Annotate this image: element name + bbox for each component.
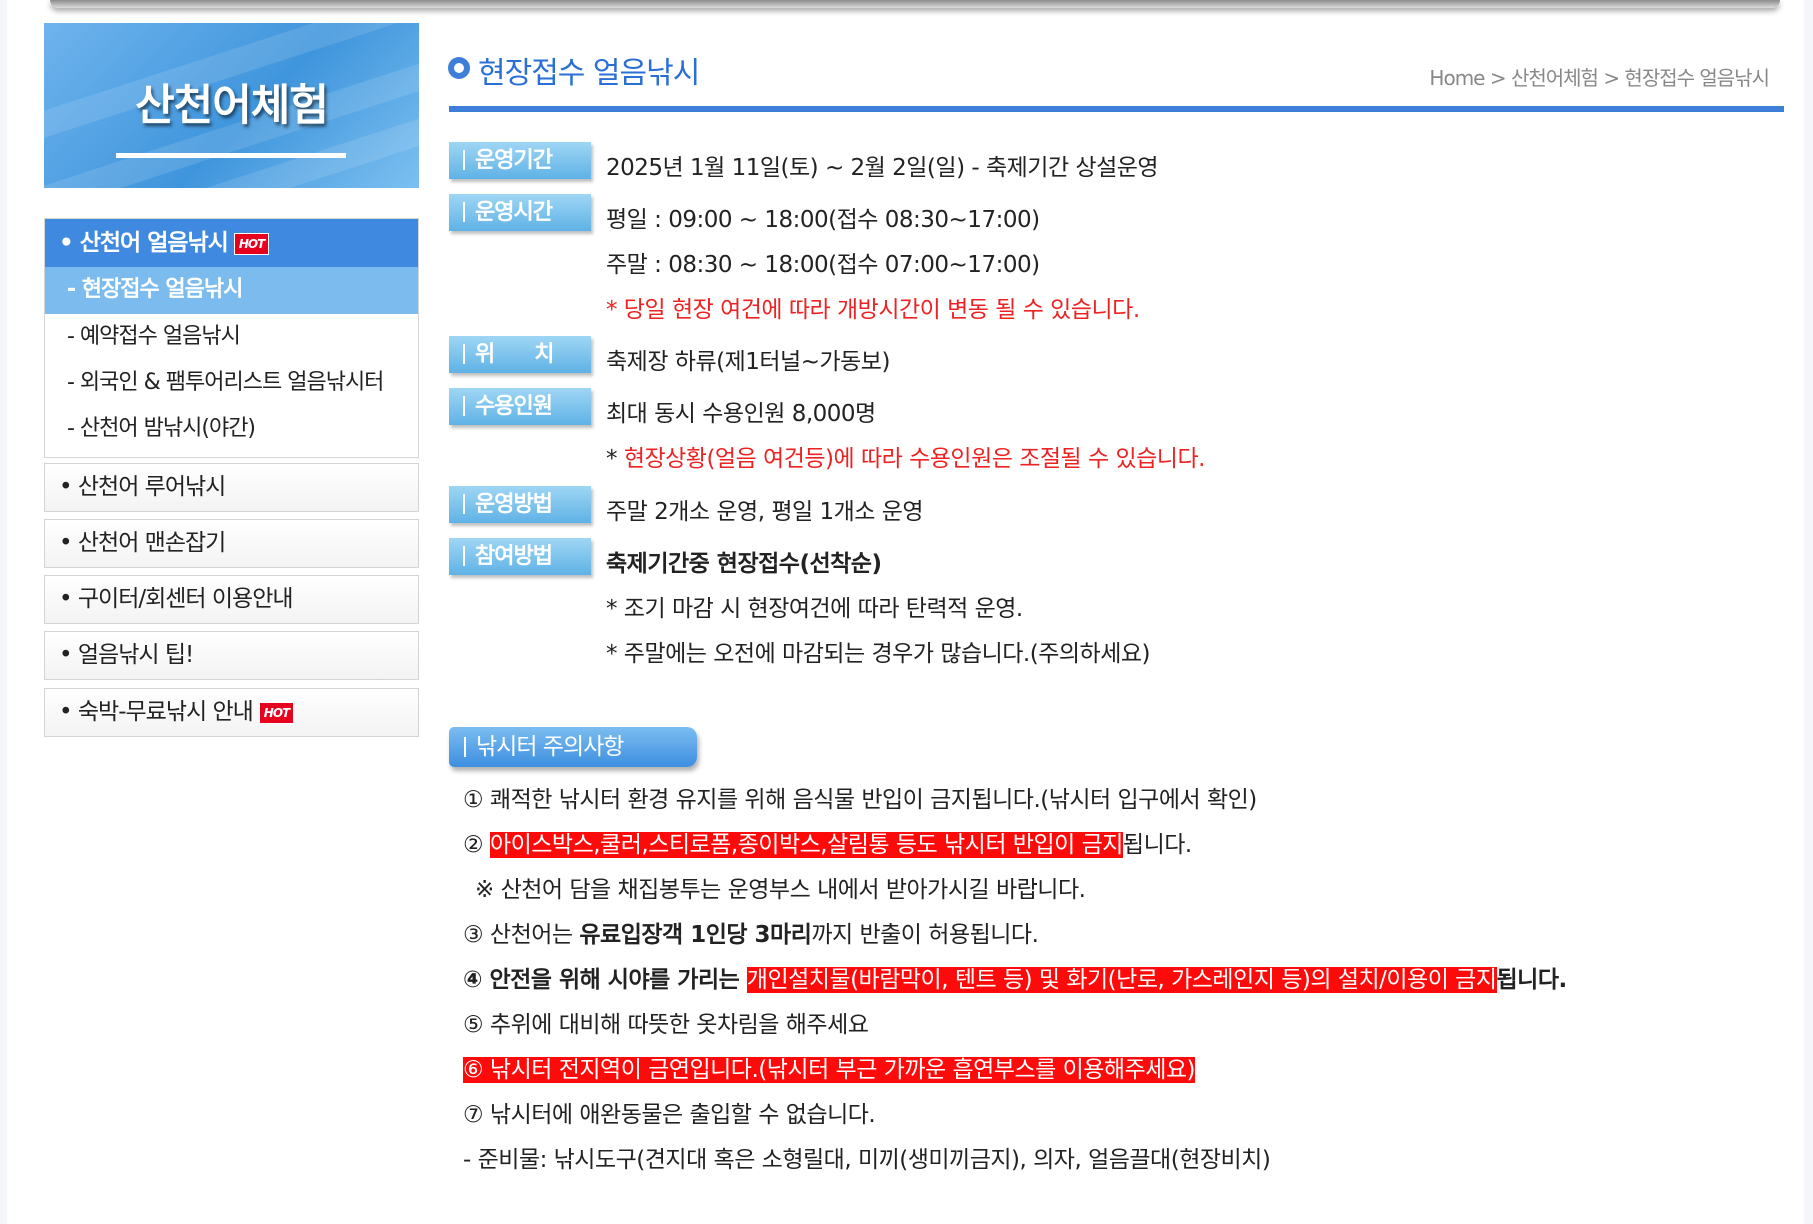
notice-item-5: ⑤ 추위에 대비해 따뜻한 옷차림을 해주세요 (463, 1012, 869, 1038)
page-title: 현장접수 얼음낚시 (478, 56, 700, 91)
notice-item-1: ① 쾌적한 낚시터 환경 유지를 위해 음식물 반입이 금지됩니다.(낚시터 입… (463, 787, 1257, 813)
label-capacity: 수용인원 (449, 388, 591, 425)
sidebar-item-tips[interactable]: • 얼음낚시 팁! (44, 631, 419, 680)
location-value: 축제장 하류(제1터널~가동보) (606, 349, 890, 375)
sidebar-item-lure-fishing[interactable]: • 산천어 루어낚시 (44, 463, 419, 512)
sidebar-menu-ice-fishing: • 산천어 얼음낚시 HOT - 현장접수 얼음낚시 - 예약접수 얼음낚시 - … (44, 218, 419, 458)
capacity-note: * 현장상황(얼음 여건등)에 따라 수용인원은 조절될 수 있습니다. (606, 446, 1205, 472)
notice-item-2: ② 아이스박스,쿨러,스티로폼,종이박스,살림통 등도 낚시터 반입이 금지됩니… (463, 832, 1192, 858)
sidebar-item-label: • 숙박-무료낚시 안내 (59, 699, 254, 725)
sidebar-item-grill-center[interactable]: • 구이터/회센터 이용안내 (44, 575, 419, 624)
method-value: 주말 2개소 운영, 평일 1개소 운영 (606, 499, 924, 525)
sidebar-item-bare-hand[interactable]: • 산천어 맨손잡기 (44, 519, 419, 568)
notice-item-3: ③ 산천어는 유료입장객 1인당 3마리까지 반출이 허용됩니다. (463, 922, 1039, 948)
label-join: 참여방법 (449, 538, 591, 575)
hours-note: * 당일 현장 여건에 따라 개방시간이 변동 될 수 있습니다. (606, 297, 1140, 323)
hot-badge: HOT (233, 232, 270, 255)
banner-underline (116, 153, 346, 158)
notice-item-4: ④ 안전을 위해 시야를 가리는 개인설치물(바람막이, 텐트 등) 및 화기(… (463, 967, 1567, 993)
sidebar-subitem-foreigner[interactable]: - 외국인 & 팸투어리스트 얼음낚시터 (45, 360, 418, 406)
sidebar-subitem-onsite[interactable]: - 현장접수 얼음낚시 (45, 267, 418, 314)
hours-weekend: 주말 : 08:30 ~ 18:00(접수 07:00~17:00) (606, 252, 1040, 278)
join-note-2: * 주말에는 오전에 마감되는 경우가 많습니다.(주의하세요) (606, 641, 1151, 667)
period-value: 2025년 1월 11일(토) ~ 2월 2일(일) - 축제기간 상설운영 (606, 155, 1159, 181)
hot-badge: HOT (258, 701, 295, 724)
title-divider (449, 106, 1784, 112)
notice-item-8: - 준비물: 낚시도구(견지대 혹은 소형릴대, 미끼(생미끼금지), 의자, … (463, 1147, 1271, 1173)
sidebar-subitem-night[interactable]: - 산천어 밤낚시(야간) (45, 406, 418, 452)
label-hours: 운영시간 (449, 194, 591, 231)
label-location: 위 치 (449, 336, 591, 373)
capacity-value: 최대 동시 수용인원 8,000명 (606, 401, 876, 427)
sidebar-banner: 산천어체험 (44, 23, 419, 188)
sidebar-banner-title: 산천어체험 (135, 81, 329, 131)
top-shadow-bar (50, 0, 1780, 8)
hours-weekday: 평일 : 09:00 ~ 18:00(접수 08:30~17:00) (606, 207, 1040, 233)
sidebar-subitem-reservation[interactable]: - 예약접수 얼음낚시 (45, 314, 418, 360)
join-note-1: * 조기 마감 시 현장여건에 따라 탄력적 운영. (606, 596, 1023, 622)
sidebar-item-lodging[interactable]: • 숙박-무료낚시 안내 HOT (44, 688, 419, 737)
label-method: 운영방법 (449, 486, 591, 523)
notice-title-tab: 낚시터 주의사항 (449, 727, 697, 767)
breadcrumb: Home > 산천어체험 > 현장접수 얼음낚시 (1429, 66, 1770, 90)
notice-item-6: ⑥ 낚시터 전지역이 금연입니다.(낚시터 부근 가까운 흡연부스를 이용해주세… (463, 1057, 1196, 1083)
sidebar-item-label: • 산천어 얼음낚시 (59, 230, 229, 256)
sidebar-item-ice-fishing[interactable]: • 산천어 얼음낚시 HOT (45, 219, 418, 267)
title-bullet-icon (448, 57, 470, 79)
join-value: 축제기간중 현장접수(선착순) (606, 551, 882, 577)
notice-item-7: ⑦ 낚시터에 애완동물은 출입할 수 없습니다. (463, 1102, 876, 1128)
notice-item-2-sub: ※ 산천어 담을 채집봉투는 운영부스 내에서 받아가시길 바랍니다. (475, 877, 1086, 903)
label-period: 운영기간 (449, 142, 591, 179)
